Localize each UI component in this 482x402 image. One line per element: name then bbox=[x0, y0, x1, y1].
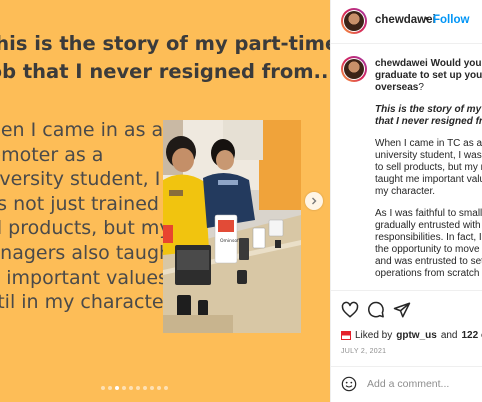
post-sidebar: chewdawei • Follow chewdawei Would you t… bbox=[330, 0, 482, 402]
caption-paragraph-line: to sell products, but my managers also bbox=[375, 162, 482, 173]
caption-paragraph-line: operations from scratch – at age 24. bbox=[375, 268, 482, 279]
media-body-line: instil in my character. bbox=[0, 291, 176, 314]
caption-paragraph-line: gradually entrusted with greater bbox=[375, 220, 482, 231]
media-body-line: When I came in as a bbox=[0, 119, 164, 141]
likes-joiner: and bbox=[440, 330, 458, 341]
caption-story-line: This is the story of my part-time job bbox=[375, 104, 482, 115]
follow-button[interactable]: Follow bbox=[433, 14, 469, 26]
caption-paragraph-line: and was entrusted to set up Aspire's bbox=[375, 256, 482, 267]
carousel-dot bbox=[143, 386, 147, 390]
chevron-right-icon bbox=[312, 197, 317, 205]
likes-others-link[interactable]: 122 others bbox=[462, 330, 482, 341]
caption-avatar[interactable] bbox=[341, 56, 367, 82]
carousel-indicator bbox=[101, 386, 168, 392]
likes-summary: Liked by gptw_us and 122 others bbox=[341, 330, 482, 341]
media-body-line: promoter as a bbox=[0, 143, 104, 166]
carousel-dot bbox=[129, 386, 133, 390]
caption-intro-end: ? bbox=[418, 82, 424, 93]
caption-paragraph-line: As I was faithful to small things, I was bbox=[375, 208, 482, 219]
media-body-line: me important values to bbox=[0, 266, 193, 289]
avatar-image bbox=[344, 59, 364, 79]
carousel-dot bbox=[122, 386, 126, 390]
media-body-line: sell products, but my bbox=[0, 217, 171, 240]
caption-paragraph-line: university student, I was not just train… bbox=[375, 150, 482, 161]
caption-intro-line: graduate to set up your company bbox=[375, 70, 482, 81]
carousel-dot bbox=[115, 386, 119, 390]
caption-intro-line: Would you trust a fresh bbox=[430, 58, 482, 69]
avatar-image bbox=[344, 11, 364, 31]
instagram-post: This is the story of my part-time job th… bbox=[0, 0, 482, 402]
carousel-dot bbox=[150, 386, 154, 390]
avatar[interactable] bbox=[341, 8, 367, 34]
store-photo: Ominsoft bbox=[163, 120, 301, 333]
heart-icon[interactable] bbox=[341, 301, 359, 319]
media-body-text: When I came in as a promoter as a univer… bbox=[0, 118, 193, 315]
caption-username[interactable]: chewdawei bbox=[375, 58, 428, 69]
carousel-dot bbox=[157, 386, 161, 390]
emoji-icon[interactable] bbox=[341, 376, 357, 392]
media-body-line: managers also taught bbox=[0, 241, 179, 264]
carousel-next-button[interactable] bbox=[305, 192, 323, 210]
comment-input[interactable] bbox=[367, 375, 482, 393]
share-icon[interactable] bbox=[393, 301, 411, 319]
caption-paragraph-line: responsibilities. In fact, I was even gi… bbox=[375, 232, 482, 243]
caption-intro-line: overseas bbox=[375, 82, 419, 93]
post-caption: chewdawei Would you trust a fresh gradua… bbox=[375, 58, 482, 290]
carousel-dot bbox=[108, 386, 112, 390]
media-title-line-1: This is the story of my part-time bbox=[0, 32, 330, 55]
carousel-dot bbox=[101, 386, 105, 390]
caption-story-line: that I never resigned from... bbox=[375, 116, 482, 127]
flag-icon bbox=[341, 331, 351, 340]
media-title-line-2: job that I never resigned from... bbox=[0, 60, 330, 83]
media-title: This is the story of my part-time job th… bbox=[0, 30, 330, 86]
comment-icon[interactable] bbox=[367, 301, 385, 319]
carousel-dot bbox=[164, 386, 168, 390]
post-header: chewdawei • Follow bbox=[331, 0, 482, 44]
action-bar bbox=[331, 290, 482, 329]
post-media[interactable]: This is the story of my part-time job th… bbox=[0, 0, 330, 402]
caption-paragraph-line: taught me important values to instil in bbox=[375, 174, 482, 185]
likes-prefix: Liked by bbox=[355, 330, 393, 341]
media-body-line: university student, I bbox=[0, 168, 161, 191]
caption-paragraph-line: When I came in TC as a promoter as a bbox=[375, 138, 482, 149]
header-separator: • bbox=[425, 13, 429, 25]
comment-bar bbox=[331, 366, 482, 402]
post-date[interactable]: JULY 2, 2021 bbox=[341, 348, 386, 355]
media-body-line: was not just trained to bbox=[0, 192, 184, 215]
caption-paragraph-line: my character. bbox=[375, 186, 436, 197]
carousel-dot bbox=[136, 386, 140, 390]
store-sign-text: Ominsoft bbox=[220, 238, 241, 244]
likes-user-link[interactable]: gptw_us bbox=[396, 330, 437, 341]
caption-paragraph-line: the opportunity to move to Hong Kong bbox=[375, 244, 482, 255]
